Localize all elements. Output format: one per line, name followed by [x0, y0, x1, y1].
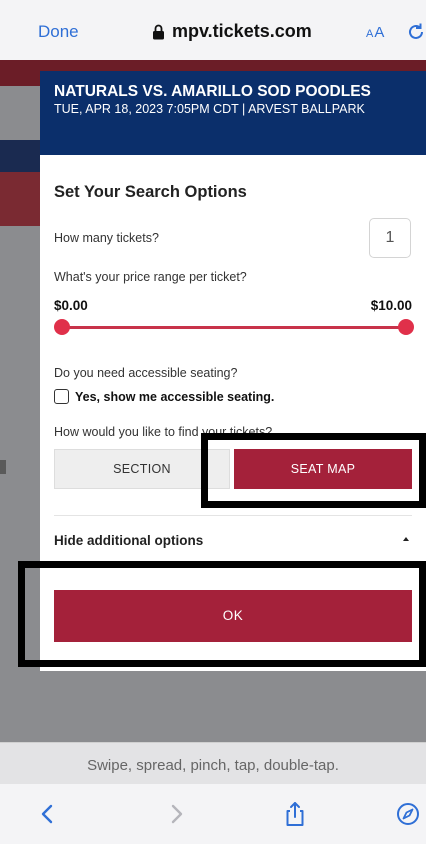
back-icon[interactable]	[34, 800, 62, 828]
address-bar[interactable]: mpv.tickets.com	[152, 21, 312, 42]
price-slider-min-handle[interactable]	[54, 319, 70, 335]
ticket-quantity-input[interactable]: 1	[369, 218, 411, 258]
compass-icon[interactable]	[394, 800, 422, 828]
background-mark	[0, 460, 6, 474]
price-slider-max-handle[interactable]	[398, 319, 414, 335]
background-band	[0, 172, 40, 226]
event-header: NATURALS VS. AMARILLO SOD POODLES TUE, A…	[40, 71, 426, 155]
tickets-question: How many tickets?	[54, 231, 159, 245]
url-text: mpv.tickets.com	[172, 21, 312, 41]
event-title: NATURALS VS. AMARILLO SOD POODLES	[54, 83, 371, 100]
browser-bottom-toolbar	[0, 784, 426, 844]
gesture-hint-bar: Swipe, spread, pinch, tap, double-tap.	[0, 742, 426, 784]
price-min-label: $0.00	[54, 298, 88, 313]
divider	[54, 515, 412, 516]
price-slider-track[interactable]	[62, 326, 406, 329]
highlight-box-ok	[18, 561, 426, 667]
browser-top-bar: Done mpv.tickets.com AA	[0, 0, 426, 60]
price-max-label: $10.00	[370, 298, 412, 313]
text-size-button[interactable]: AA	[366, 24, 385, 41]
hide-additional-options[interactable]: Hide additional options	[54, 533, 203, 548]
reload-icon[interactable]	[406, 22, 426, 42]
gesture-hint-text: Swipe, spread, pinch, tap, double-tap.	[87, 757, 339, 774]
forward-icon[interactable]	[162, 800, 190, 828]
section-title: Set Your Search Options	[54, 183, 247, 201]
accessible-question: Do you need accessible seating?	[54, 366, 238, 380]
lock-icon	[153, 24, 164, 39]
accessible-checkbox[interactable]	[54, 389, 69, 404]
share-icon[interactable]	[281, 800, 309, 828]
price-question: What's your price range per ticket?	[54, 270, 247, 284]
highlight-box-seat-map	[201, 433, 426, 508]
accessible-checkbox-row[interactable]: Yes, show me accessible seating.	[54, 389, 274, 404]
event-subtitle: TUE, APR 18, 2023 7:05PM CDT | ARVEST BA…	[54, 102, 365, 116]
caret-up-icon[interactable]	[403, 537, 409, 541]
accessible-checkbox-label[interactable]: Yes, show me accessible seating.	[75, 390, 274, 404]
done-button[interactable]: Done	[38, 22, 79, 42]
